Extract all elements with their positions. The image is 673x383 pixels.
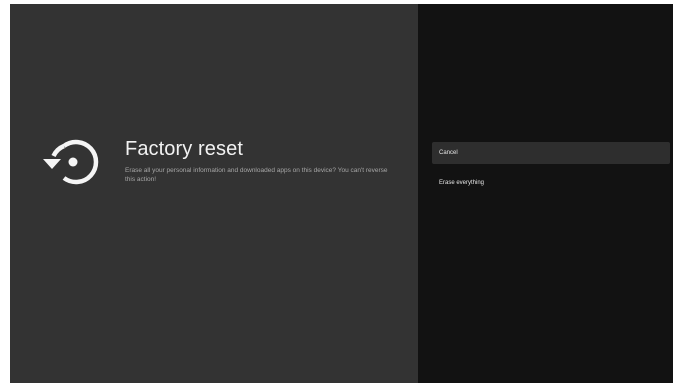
cancel-option[interactable]: Cancel — [432, 142, 670, 164]
info-panel: Factory reset Erase all your personal in… — [10, 4, 418, 383]
page-description: Erase all your personal information and … — [125, 167, 388, 183]
erase-everything-option[interactable]: Erase everything — [432, 172, 670, 194]
options-list: Cancel Erase everything — [432, 142, 670, 202]
tv-settings-screen: Factory reset Erase all your personal in… — [10, 4, 673, 383]
page-title: Factory reset — [125, 138, 243, 160]
options-panel: Cancel Erase everything — [418, 4, 673, 383]
restore-icon — [43, 139, 99, 185]
